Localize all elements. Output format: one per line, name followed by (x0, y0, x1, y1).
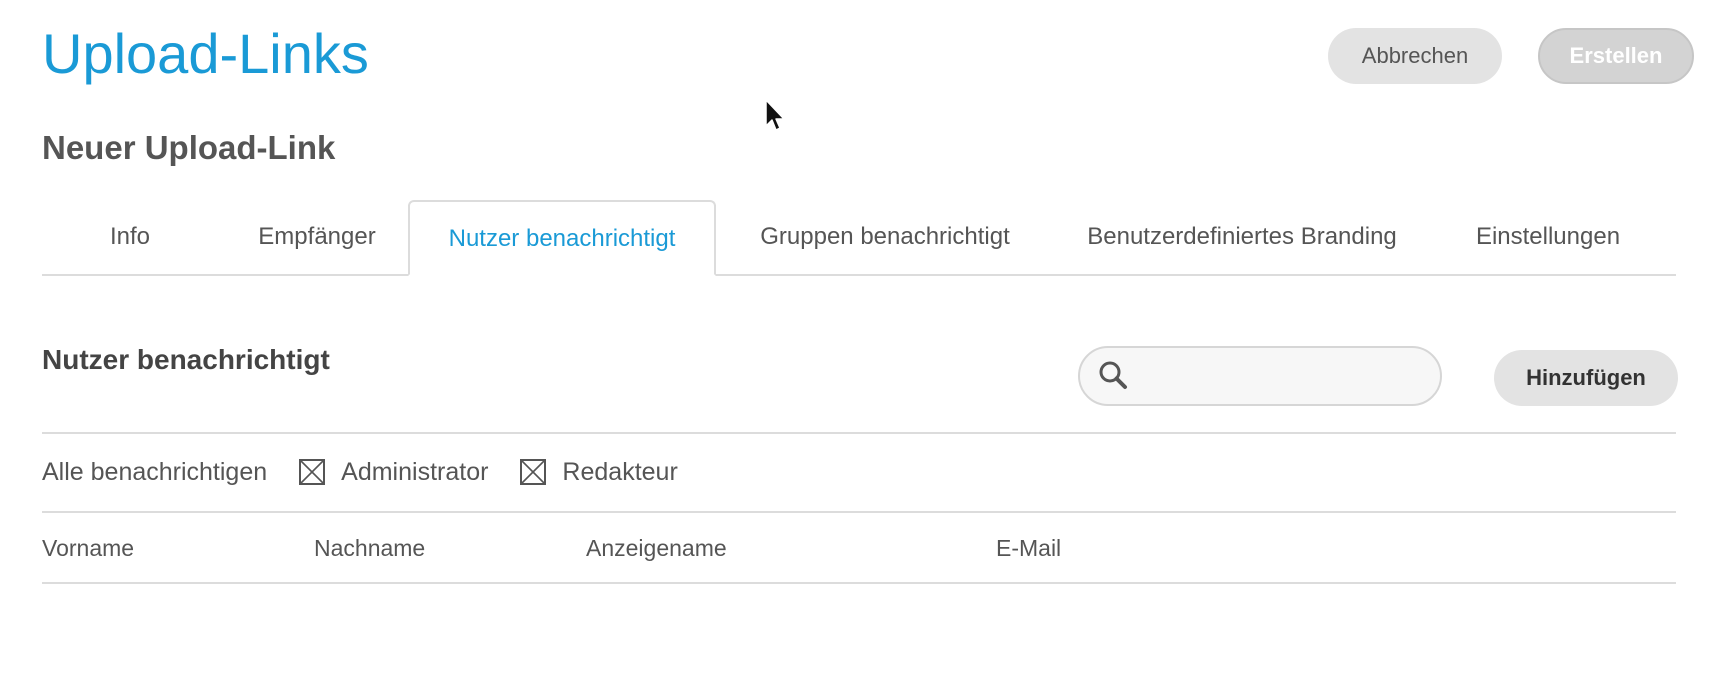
redakteur-checkbox[interactable]: Redakteur (520, 457, 678, 487)
page-title: Upload-Links (42, 22, 369, 85)
checkbox-icon (299, 459, 326, 485)
table-header: Vorname Nachname Anzeigename E-Mail (42, 528, 1676, 568)
section-title: Nutzer benachrichtigt (42, 344, 330, 375)
administrator-label: Administrator (341, 457, 489, 486)
tab-nutzer-benachrichtigt[interactable]: Nutzer benachrichtigt (408, 200, 716, 276)
form-subtitle: Neuer Upload-Link (42, 129, 336, 166)
notify-all-label: Alle benachrichtigen (42, 457, 268, 486)
administrator-checkbox[interactable]: Administrator (299, 458, 488, 487)
mouse-cursor-icon (765, 99, 785, 131)
tab-gruppen-benachrichtigt[interactable]: Gruppen benachrichtigt (736, 200, 1034, 274)
column-nachname[interactable]: Nachname (314, 528, 425, 568)
search-input[interactable] (1138, 356, 1432, 398)
search-icon (1099, 361, 1127, 389)
tab-bar: Info Empfänger Nutzer benachrichtigt Gru… (42, 200, 1676, 276)
divider-bottom (42, 582, 1676, 584)
redakteur-label: Redakteur (562, 457, 678, 486)
create-button[interactable]: Erstellen (1538, 28, 1694, 84)
tab-einstellungen[interactable]: Einstellungen (1450, 200, 1646, 274)
notify-row: Alle benachrichtigen Administrator Redak… (42, 450, 710, 494)
tab-benutzerdefiniertes-branding[interactable]: Benutzerdefiniertes Branding (1054, 200, 1430, 274)
divider-middle (42, 511, 1676, 513)
search-field[interactable] (1078, 346, 1442, 406)
divider-top (42, 432, 1676, 434)
column-email[interactable]: E-Mail (996, 528, 1061, 568)
column-anzeigename[interactable]: Anzeigename (586, 528, 727, 568)
tab-empfaenger[interactable]: Empfänger (226, 200, 408, 274)
cancel-button[interactable]: Abbrechen (1328, 28, 1502, 84)
checkbox-icon (520, 459, 547, 485)
add-button[interactable]: Hinzufügen (1494, 350, 1678, 406)
column-vorname[interactable]: Vorname (42, 528, 134, 568)
tab-info[interactable]: Info (70, 200, 190, 274)
